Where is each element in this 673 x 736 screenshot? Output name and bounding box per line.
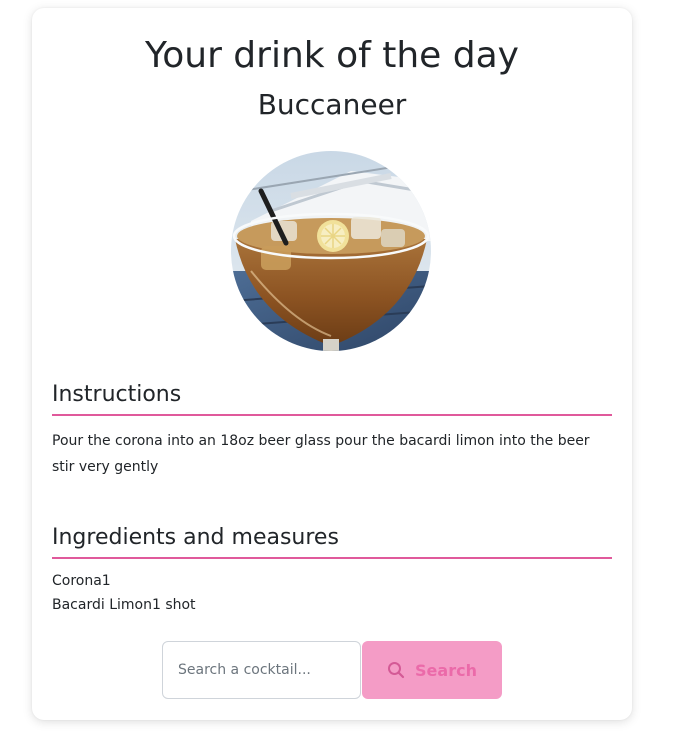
ingredients-heading: Ingredients and measures <box>52 523 612 559</box>
search-button-label: Search <box>415 660 477 680</box>
ingredient-item: Corona1 <box>52 573 111 589</box>
instructions-text: Pour the corona into an 18oz beer glass … <box>52 433 590 475</box>
cocktail-photo-image <box>231 151 431 351</box>
drink-name: Buccaneer <box>257 88 407 121</box>
page-title: Your drink of the day <box>145 35 519 76</box>
drink-of-the-day-card: Your drink of the day Buccaneer Instruct… <box>32 8 632 720</box>
ingredient-item: Bacardi Limon1 shot <box>52 597 196 613</box>
instructions-heading: Instructions <box>52 380 612 416</box>
search-icon <box>387 661 405 679</box>
drink-photo <box>231 151 431 351</box>
search-button[interactable]: Search <box>362 641 502 699</box>
search-input[interactable] <box>162 641 361 699</box>
ingredients-list: Corona1 Bacardi Limon1 shot <box>52 569 612 617</box>
